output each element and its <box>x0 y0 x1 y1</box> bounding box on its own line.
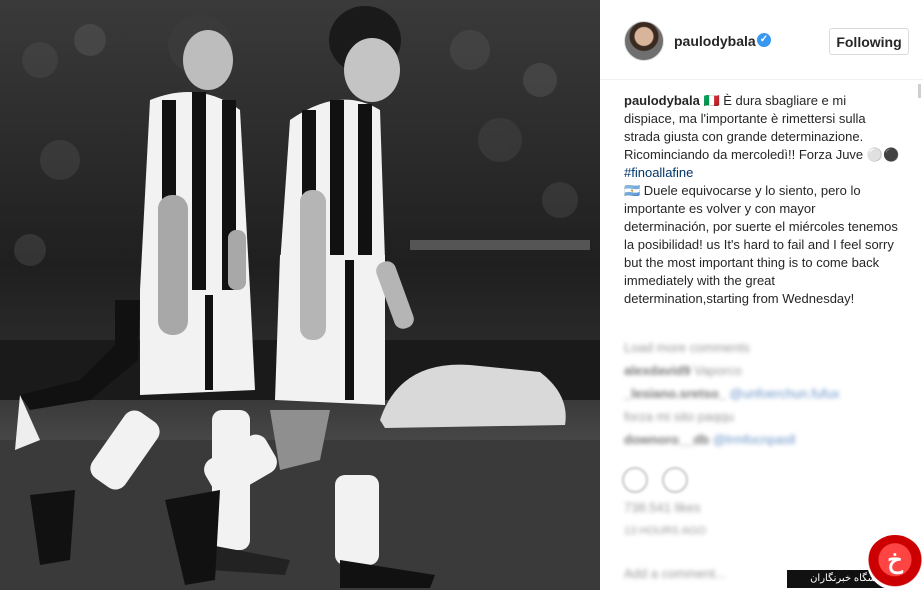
hashtag-link[interactable]: #finoallafine <box>624 165 693 180</box>
comment-item: forza mi sito paqqu <box>624 409 734 424</box>
scrollbar-thumb[interactable] <box>918 84 921 98</box>
comment-item: alexdavid9 Vaporco <box>624 359 900 382</box>
comments-list: Load more comments alexdavid9 Vaporco _l… <box>624 336 900 451</box>
post-photo[interactable] <box>0 0 600 590</box>
load-more-comments-link[interactable]: Load more comments <box>624 336 900 359</box>
comment-username[interactable]: _lesiano.sretso_ <box>624 386 726 401</box>
caption-username-link[interactable]: paulodybala <box>624 93 700 108</box>
comment-username[interactable]: downoro__db <box>624 432 709 447</box>
photo-illustration <box>0 6 600 590</box>
comment-text: Vaporco <box>694 363 742 378</box>
following-button[interactable]: Following <box>829 28 909 55</box>
add-comment-input[interactable]: Add a comment... <box>624 566 726 581</box>
watermark-logo: خ <box>867 535 923 590</box>
comment-mention[interactable]: @unfoerchun.fufux <box>730 386 840 401</box>
comment-item: downoro__db @lrmfocnpasll <box>624 428 900 451</box>
verified-badge-icon: ✓ <box>757 33 771 47</box>
caption-text-spanish-english: 🇦🇷 Duele equivocarse y lo siento, pero l… <box>624 183 898 306</box>
scrollbar[interactable] <box>919 80 923 590</box>
comment-mention[interactable]: @lrmfocnpasll <box>713 432 796 447</box>
watermark: باشگاه خبرنگاران خ <box>787 535 923 590</box>
post-timestamp: 13 HOURS AGO <box>624 525 706 537</box>
post-header: paulodybala ✓ Following <box>600 0 923 80</box>
comment-icon[interactable] <box>662 467 688 493</box>
comment-username[interactable]: alexdavid9 <box>624 363 691 378</box>
comment-item: _lesiano.sretso_ @unfoerchun.fufux <box>624 382 900 405</box>
post-caption: paulodybala 🇮🇹 È dura sbagliare e mi dis… <box>624 92 900 308</box>
header-username-link[interactable]: paulodybala <box>674 33 756 49</box>
likes-count[interactable]: 738.541 likes <box>624 500 701 515</box>
avatar[interactable] <box>624 21 664 61</box>
heart-icon[interactable] <box>622 467 648 493</box>
post-details-panel: paulodybala ✓ Following paulodybala 🇮🇹 È… <box>600 0 923 590</box>
